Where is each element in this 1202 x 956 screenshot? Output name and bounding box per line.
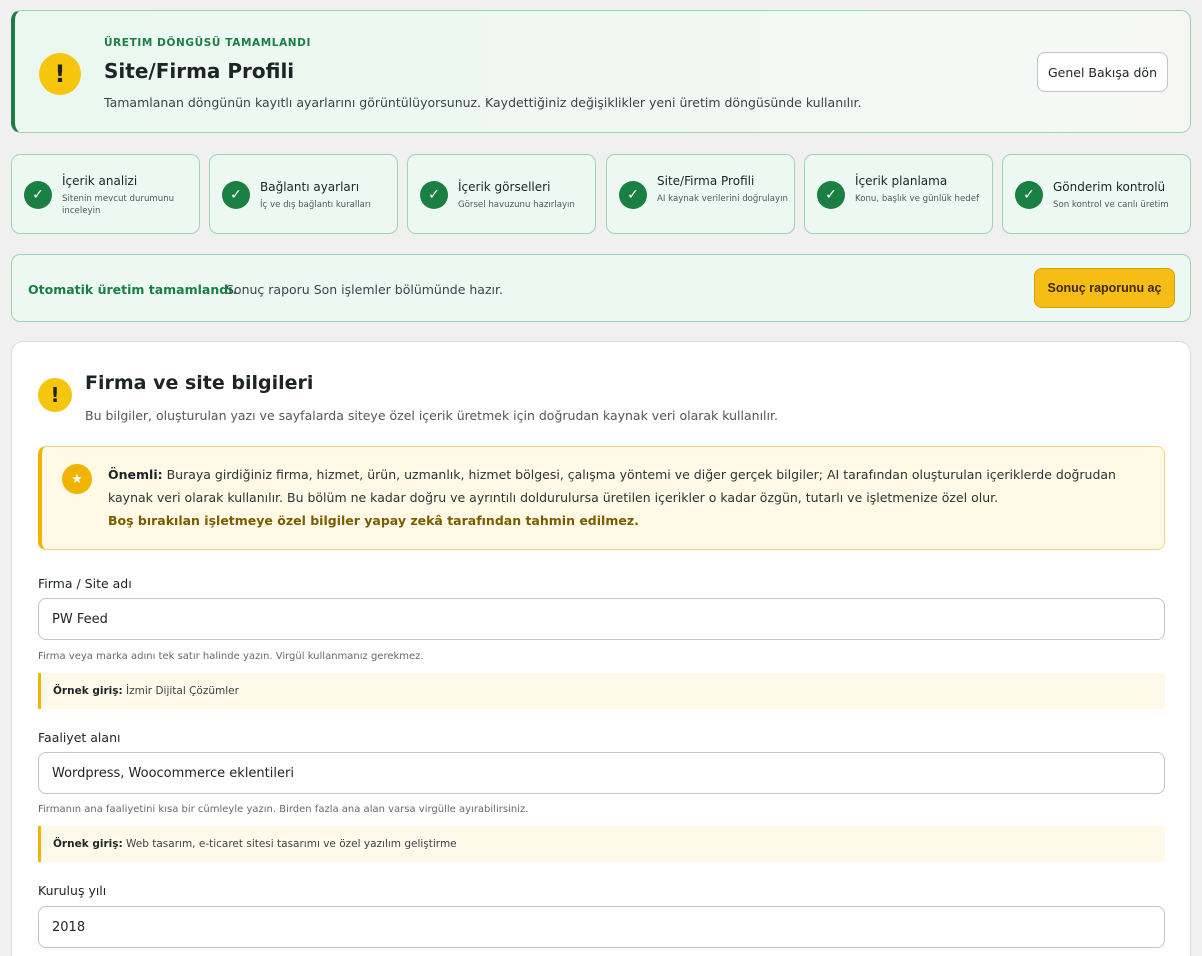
step-progress: ✓ İçerik analizi Sitenin mevcut durumunu… [11, 154, 1191, 234]
step-title: İçerik analizi [62, 174, 138, 188]
hero-kicker: Üretim döngüsü tamamlandı [104, 37, 311, 49]
company-name-help: Firma veya marka adını tek satır halinde… [38, 651, 424, 662]
star-icon: ★ [62, 464, 92, 494]
step-subtitle: Konu, başlık ve günlük hedef [855, 194, 980, 204]
step-subtitle: Son kontrol ve canlı üretim [1053, 200, 1169, 210]
example-label: Örnek giriş: [53, 685, 123, 697]
company-name-example: Örnek giriş: İzmir Dijital Çözümler [38, 673, 1165, 709]
founding-year-input[interactable] [38, 906, 1165, 948]
step-site-profile[interactable]: ✓ Site/Firma Profili AI kaynak verilerin… [606, 154, 795, 234]
section-title: Firma ve site bilgileri [85, 372, 314, 394]
notice-label: Önemli: [108, 467, 163, 482]
step-subtitle: AI kaynak verilerini doğrulayın [657, 194, 788, 204]
step-link-settings[interactable]: ✓ Bağlantı ayarları İç ve dış bağlantı k… [209, 154, 398, 234]
activity-area-input[interactable] [38, 752, 1165, 794]
company-name-input[interactable] [38, 598, 1165, 640]
check-icon: ✓ [817, 181, 845, 209]
check-icon: ✓ [1015, 181, 1043, 209]
step-subtitle: İç ve dış bağlantı kuralları [260, 200, 371, 210]
warning-icon: ! [38, 378, 72, 412]
step-content-analysis[interactable]: ✓ İçerik analizi Sitenin mevcut durumunu… [11, 154, 200, 234]
completion-banner: Otomatik üretim tamamlandı. Sonuç raporu… [11, 254, 1191, 322]
open-report-button[interactable]: Sonuç raporunu aç [1034, 268, 1175, 308]
notice-text: Önemli: Buraya girdiğiniz firma, hizmet,… [108, 463, 1153, 509]
example-label: Örnek giriş: [53, 838, 123, 850]
activity-area-help: Firmanın ana faaliyetini kısa bir cümley… [38, 804, 529, 815]
step-title: Site/Firma Profili [657, 174, 755, 188]
check-icon: ✓ [222, 181, 250, 209]
status-hero: ! Üretim döngüsü tamamlandı Site/Firma P… [11, 10, 1191, 133]
example-text: İzmir Dijital Çözümler [126, 685, 239, 697]
activity-area-label: Faaliyet alanı [38, 730, 121, 745]
step-content-planning[interactable]: ✓ İçerik planlama Konu, başlık ve günlük… [804, 154, 993, 234]
page-title: Site/Firma Profili [104, 59, 295, 83]
step-content-images[interactable]: ✓ İçerik görselleri Görsel havuzunu hazı… [407, 154, 596, 234]
step-title: Gönderim kontrolü [1053, 180, 1166, 194]
banner-status: Otomatik üretim tamamlandı. [28, 282, 238, 297]
notice-body: Buraya girdiğiniz firma, hizmet, ürün, u… [108, 467, 1116, 505]
hero-description: Tamamlanan döngünün kayıtlı ayarlarını g… [104, 95, 862, 110]
notice-warning: Boş bırakılan işletmeye özel bilgiler ya… [108, 513, 639, 528]
founding-year-label: Kuruluş yılı [38, 883, 107, 898]
back-to-overview-button[interactable]: Genel Bakışa dön [1037, 52, 1168, 92]
step-subtitle: Sitenin mevcut durumunu inceleyin [62, 194, 175, 216]
check-icon: ✓ [619, 181, 647, 209]
step-title: İçerik planlama [855, 174, 948, 188]
banner-text: Sonuç raporu Son işlemler bölümünde hazı… [226, 282, 503, 297]
step-title: Bağlantı ayarları [260, 180, 360, 194]
section-description: Bu bilgiler, oluşturulan yazı ve sayfala… [85, 408, 778, 423]
example-text: Web tasarım, e-ticaret sitesi tasarımı v… [126, 838, 457, 850]
step-publish-check[interactable]: ✓ Gönderim kontrolü Son kontrol ve canlı… [1002, 154, 1191, 234]
warning-icon: ! [39, 53, 81, 95]
check-icon: ✓ [420, 181, 448, 209]
step-subtitle: Görsel havuzunu hazırlayın [458, 200, 575, 210]
important-notice: ★ Önemli: Buraya girdiğiniz firma, hizme… [38, 446, 1165, 550]
company-name-label: Firma / Site adı [38, 576, 132, 591]
activity-area-example: Örnek giriş: Web tasarım, e-ticaret site… [38, 826, 1165, 862]
check-icon: ✓ [24, 181, 52, 209]
company-info-card: ! Firma ve site bilgileri Bu bilgiler, o… [11, 341, 1191, 956]
step-title: İçerik görselleri [458, 180, 551, 194]
